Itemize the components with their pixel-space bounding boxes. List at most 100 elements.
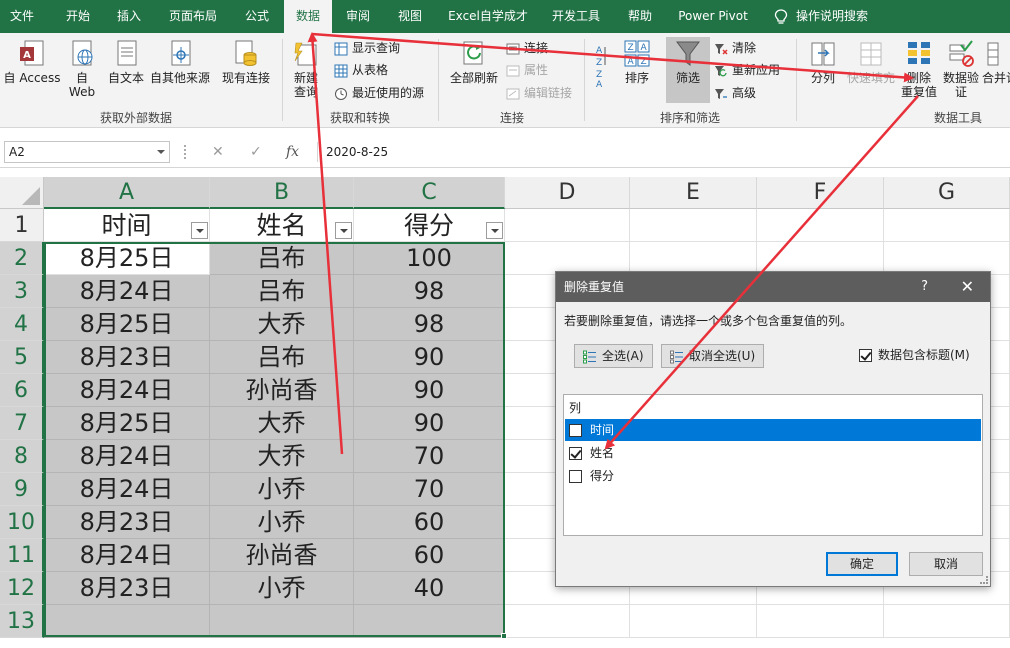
row-header-4[interactable]: 4 (0, 308, 44, 341)
data-validation-button[interactable]: 数据验 证 (940, 39, 982, 99)
row-header-5[interactable]: 5 (0, 341, 44, 374)
refresh-all-button[interactable]: 全部刷新 (444, 39, 504, 85)
column-header-g[interactable]: G (884, 177, 1010, 209)
tab-view[interactable]: 视图 (390, 0, 430, 33)
tab-page-layout[interactable]: 页面布局 (160, 0, 226, 33)
cell-a11[interactable]: 8月24日 (44, 539, 210, 572)
cell-c2[interactable]: 100 (354, 242, 505, 275)
row-header-3[interactable]: 3 (0, 275, 44, 308)
from-text-button[interactable]: 自文本 (104, 39, 148, 85)
has-headers-checkbox[interactable]: 数据包含标题(M) (859, 348, 970, 362)
tab-data[interactable]: 数据 (284, 0, 332, 33)
cancel-button[interactable]: 取消 (909, 552, 983, 576)
cell-c3[interactable]: 98 (354, 275, 505, 308)
cell-b5[interactable]: 吕布 (210, 341, 354, 374)
name-box[interactable]: A2 (4, 141, 170, 163)
list-item-name[interactable]: 姓名 (565, 442, 981, 464)
filter-dropdown-button[interactable] (486, 222, 503, 239)
cell-a4[interactable]: 8月25日 (44, 308, 210, 341)
columns-list[interactable]: 列 时间 姓名 得分 (563, 394, 983, 536)
cell-a3[interactable]: 8月24日 (44, 275, 210, 308)
column-header-f[interactable]: F (757, 177, 884, 209)
cell-c5[interactable]: 90 (354, 341, 505, 374)
row-header-2[interactable]: 2 (0, 242, 44, 275)
cell-c13[interactable] (354, 605, 505, 638)
sort-button[interactable]: Z A A Z 排序 (620, 39, 654, 85)
checkbox-checked[interactable] (569, 447, 582, 460)
advanced-filter-button[interactable]: 高级 (714, 84, 756, 102)
formula-bar-grip[interactable] (184, 145, 187, 159)
cell-c8[interactable]: 70 (354, 440, 505, 473)
column-header-c[interactable]: C (354, 177, 505, 209)
remove-duplicates-button[interactable]: 删除 重复值 (898, 39, 940, 99)
connections-button[interactable]: 连接 (506, 39, 548, 57)
cell-a6[interactable]: 8月24日 (44, 374, 210, 407)
row-header-10[interactable]: 10 (0, 506, 44, 539)
checkbox-unchecked[interactable] (569, 470, 582, 483)
existing-connections-button[interactable]: 现有连接 (218, 39, 274, 85)
cell-c10[interactable]: 60 (354, 506, 505, 539)
flash-fill-button[interactable]: 快速填充 (846, 39, 896, 85)
cell-c11[interactable]: 60 (354, 539, 505, 572)
reapply-button[interactable]: 重新应用 (714, 61, 780, 79)
from-access-button[interactable]: A 自 Access (2, 39, 62, 85)
cancel-icon[interactable]: ✕ (212, 141, 224, 163)
cell-a13[interactable] (44, 605, 210, 638)
cell-c9[interactable]: 70 (354, 473, 505, 506)
properties-button[interactable]: 属性 (506, 61, 548, 79)
insert-function-icon[interactable]: fx (286, 141, 299, 163)
row-header-7[interactable]: 7 (0, 407, 44, 440)
select-all-corner[interactable] (0, 177, 44, 209)
cell-a9[interactable]: 8月24日 (44, 473, 210, 506)
cell-c7[interactable]: 90 (354, 407, 505, 440)
row-header-11[interactable]: 11 (0, 539, 44, 572)
cell-a2[interactable]: 8月25日 (44, 242, 210, 275)
cell-b6[interactable]: 孙尚香 (210, 374, 354, 407)
tab-developer[interactable]: 开发工具 (546, 0, 606, 33)
checkbox-unchecked[interactable] (569, 424, 582, 437)
cell-g13[interactable] (884, 605, 1010, 638)
resize-grip-icon[interactable] (980, 576, 988, 584)
cell-a12[interactable]: 8月23日 (44, 572, 210, 605)
cell-b8[interactable]: 大乔 (210, 440, 354, 473)
chevron-down-icon[interactable] (157, 150, 165, 154)
cell-c6[interactable]: 90 (354, 374, 505, 407)
checkbox-checked[interactable] (859, 349, 872, 362)
cell-b7[interactable]: 大乔 (210, 407, 354, 440)
cell-b4[interactable]: 大乔 (210, 308, 354, 341)
show-queries-button[interactable]: 显示查询 (334, 39, 400, 57)
cell-e1[interactable] (630, 209, 757, 242)
column-header-a[interactable]: A (44, 177, 210, 209)
cell-a8[interactable]: 8月24日 (44, 440, 210, 473)
cell-c1[interactable]: 得分 (354, 209, 505, 242)
cell-b1[interactable]: 姓名 (210, 209, 354, 242)
formula-input[interactable]: 2020-8-25 (326, 142, 388, 162)
column-header-e[interactable]: E (630, 177, 757, 209)
row-header-9[interactable]: 9 (0, 473, 44, 506)
cell-b13[interactable] (210, 605, 354, 638)
cell-b3[interactable]: 吕布 (210, 275, 354, 308)
help-icon[interactable]: ? (921, 272, 928, 302)
cell-f13[interactable] (757, 605, 884, 638)
close-icon[interactable]: ✕ (961, 272, 974, 302)
row-header-12[interactable]: 12 (0, 572, 44, 605)
row-header-1[interactable]: 1 (0, 209, 44, 242)
cell-a10[interactable]: 8月23日 (44, 506, 210, 539)
recent-sources-button[interactable]: 最近使用的源 (334, 84, 424, 102)
sort-az-button[interactable]: A Z Z A (590, 43, 610, 89)
new-query-button[interactable]: 新建 查询 (288, 39, 324, 99)
tab-power-pivot[interactable]: Power Pivot (672, 0, 754, 33)
filter-button[interactable]: 筛选 (666, 37, 710, 103)
tab-insert[interactable]: 插入 (106, 0, 152, 33)
cell-e13[interactable] (630, 605, 757, 638)
column-header-b[interactable]: B (210, 177, 354, 209)
row-header-6[interactable]: 6 (0, 374, 44, 407)
column-header-d[interactable]: D (505, 177, 630, 209)
cell-f1[interactable] (757, 209, 884, 242)
row-header-8[interactable]: 8 (0, 440, 44, 473)
enter-icon[interactable]: ✓ (250, 141, 262, 163)
row-header-13[interactable]: 13 (0, 605, 44, 638)
fill-handle[interactable] (501, 633, 507, 639)
unselect-all-button[interactable]: 取消全选(U) (661, 344, 765, 368)
select-all-button[interactable]: 全选(A) (574, 344, 653, 368)
